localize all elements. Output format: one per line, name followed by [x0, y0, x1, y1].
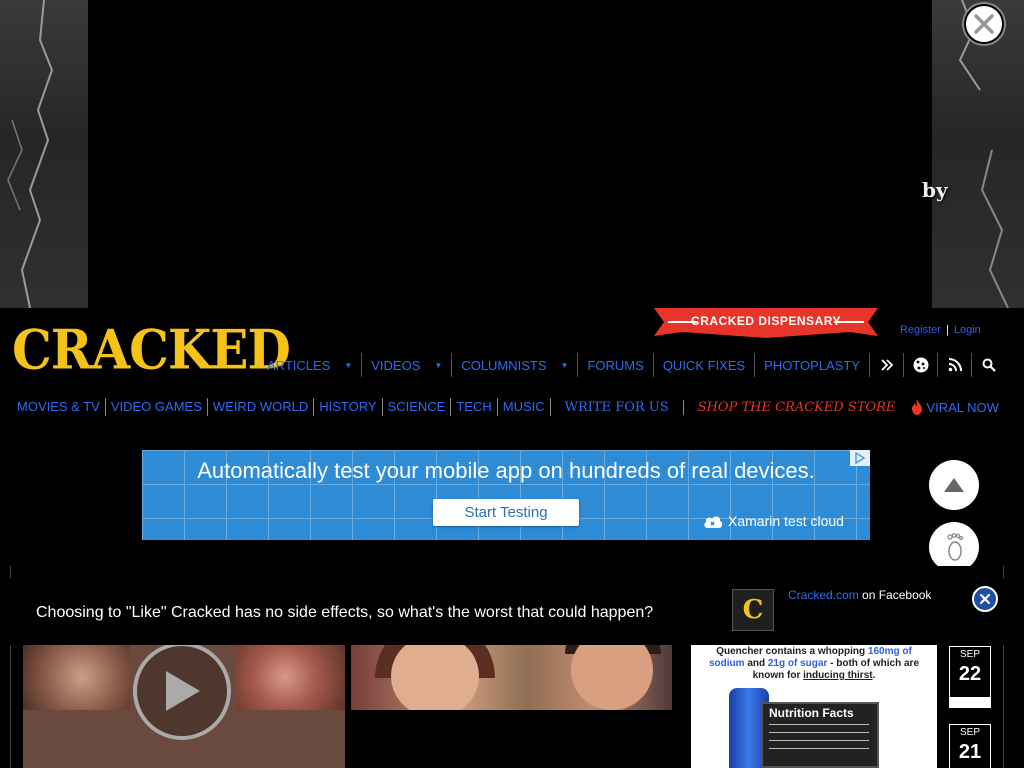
infographic-highlight: 21g of sugar	[767, 658, 828, 669]
cracked-dispensary-banner[interactable]: CRACKED DISPENSARY	[654, 308, 878, 338]
viral-now-label: VIRAL NOW	[926, 399, 999, 415]
sidebar-infographic[interactable]: Quencher contains a whopping 160mg of so…	[691, 644, 937, 768]
thumbnail-face-left	[23, 644, 130, 710]
auth-separator: |	[945, 324, 949, 336]
rss-icon	[948, 358, 962, 372]
facts-line	[769, 732, 869, 733]
write-for-us-link[interactable]: WRITE FOR US	[551, 399, 684, 415]
facts-line	[769, 740, 869, 741]
nav-item-forums[interactable]: FORUMS	[578, 353, 654, 377]
infographic-emphasis: inducing thirst	[803, 670, 873, 681]
infographic-text-part: Quencher contains a whopping	[716, 646, 866, 657]
viral-now-link[interactable]: VIRAL NOW	[909, 399, 999, 415]
auth-links: Register | Login	[900, 324, 981, 336]
facebook-prompt-text: Choosing to "Like" Cracked has no side e…	[36, 604, 654, 621]
cookie-icon	[913, 357, 929, 373]
play-video-button[interactable]	[133, 642, 231, 740]
dispensary-label: CRACKED DISPENSARY	[691, 314, 841, 328]
site-header: CRACKED CRACKED DISPENSARY Register | Logi…	[0, 308, 1024, 420]
facebook-link-suffix: on Facebook	[862, 588, 932, 602]
scroll-to-top-button[interactable]	[929, 460, 979, 510]
banner-by-text: by	[922, 178, 948, 202]
category-science[interactable]: SCIENCE	[383, 398, 452, 416]
facebook-like-bar: Choosing to "Like" Cracked has no side e…	[0, 578, 1024, 645]
infographic-text-part: and	[747, 658, 766, 669]
search-button[interactable]	[971, 353, 1005, 377]
adchoices-icon[interactable]	[850, 450, 870, 466]
footprint-button[interactable]	[929, 522, 979, 572]
nav-label: PHOTOPLASTY	[764, 357, 861, 373]
footprint-icon	[947, 533, 964, 561]
category-nav: MOVIES & TV VIDEO GAMES WEIRD WORLD HIST…	[12, 396, 999, 418]
date-day: 21	[958, 741, 982, 763]
xamarin-logo-icon	[704, 516, 723, 528]
category-weird-world[interactable]: WEIRD WORLD	[208, 398, 315, 416]
xamarin-ad-banner[interactable]: Automatically test your mobile app on hu…	[142, 450, 870, 540]
caret-down-icon: ▼	[434, 360, 443, 370]
facts-line	[769, 724, 869, 725]
play-icon	[166, 671, 200, 711]
more-nav-button[interactable]	[869, 353, 903, 377]
thumbnail-face-left	[391, 636, 479, 710]
close-ad-button[interactable]	[964, 4, 1004, 44]
arrow-up-icon	[944, 478, 964, 492]
category-movies-tv[interactable]: MOVIES & TV	[12, 398, 106, 416]
storm-left-image	[0, 0, 88, 308]
caret-down-icon: ▼	[344, 360, 353, 370]
date-day: 22	[958, 663, 982, 685]
nav-label: ARTICLES	[267, 357, 331, 373]
register-link[interactable]: Register	[900, 324, 941, 336]
nav-item-quick-fixes[interactable]: QUICK FIXES	[654, 353, 756, 377]
close-icon	[974, 14, 994, 34]
nav-label: VIDEOS	[371, 357, 421, 373]
nav-item-photoplasty[interactable]: PHOTOPLASTY	[755, 353, 869, 377]
category-history[interactable]: HISTORY	[314, 398, 383, 416]
rss-button[interactable]	[937, 353, 971, 377]
close-facebook-bar-button[interactable]	[972, 586, 998, 612]
ad-brand: Xamarin test cloud	[702, 512, 844, 530]
category-video-games[interactable]: VIDEO GAMES	[106, 398, 208, 416]
infographic-text-end: .	[872, 670, 876, 681]
nav-item-columnists[interactable]: COLUMNISTS ▼	[452, 353, 579, 377]
ad-headline: Automatically test your mobile app on hu…	[197, 458, 815, 483]
main-nav: ARTICLES ▼ VIDEOS ▼ COLUMNISTS ▼ FORUMS QUI…	[258, 352, 1005, 378]
ad-start-testing-button[interactable]: Start Testing	[433, 499, 579, 526]
nav-label: FORUMS	[587, 357, 644, 373]
caret-down-icon: ▼	[560, 360, 569, 370]
ad-brand-label: Xamarin test cloud	[728, 513, 844, 529]
thumbnail-face-right	[236, 644, 345, 710]
facts-line	[769, 748, 869, 749]
date-badge[interactable]: SEP 21	[949, 724, 991, 768]
top-banner-ad[interactable]: by	[0, 0, 1024, 308]
cookie-button[interactable]	[903, 353, 937, 377]
date-month: SEP	[959, 649, 980, 660]
nav-label: QUICK FIXES	[662, 357, 746, 373]
nutrition-facts-title: Nutrition Facts	[769, 706, 854, 720]
chevrons-right-icon	[880, 359, 893, 371]
shop-store-link[interactable]: SHOP THE CRACKED STORE	[684, 400, 910, 415]
storm-right-image	[932, 0, 1024, 308]
category-music[interactable]: MUSIC	[498, 398, 551, 416]
category-tech[interactable]: TECH	[451, 398, 498, 416]
facebook-page-link-wrap: Cracked.com on Facebook	[788, 588, 931, 602]
cracked-logo[interactable]: CRACKED	[12, 318, 291, 382]
close-icon	[979, 593, 991, 605]
date-badge[interactable]: SEP 22	[949, 646, 991, 708]
facebook-page-link[interactable]: Cracked.com	[788, 588, 859, 602]
nav-item-videos[interactable]: VIDEOS ▼	[362, 353, 453, 377]
search-icon	[982, 358, 996, 372]
page: by CRACKED CRACKED DISPENSARY Register | L…	[0, 0, 1024, 768]
date-strip	[950, 697, 990, 707]
nav-item-articles[interactable]: ARTICLES ▼	[258, 353, 363, 377]
infographic-text: Quencher contains a whopping 160mg of so…	[699, 646, 929, 682]
nav-label: COLUMNISTS	[461, 357, 547, 373]
login-link[interactable]: Login	[954, 324, 981, 336]
flame-icon	[912, 399, 923, 415]
date-month: SEP	[959, 727, 980, 738]
cracked-c-logo[interactable]: C	[732, 589, 774, 631]
cracked-c-letter: C	[742, 595, 764, 625]
